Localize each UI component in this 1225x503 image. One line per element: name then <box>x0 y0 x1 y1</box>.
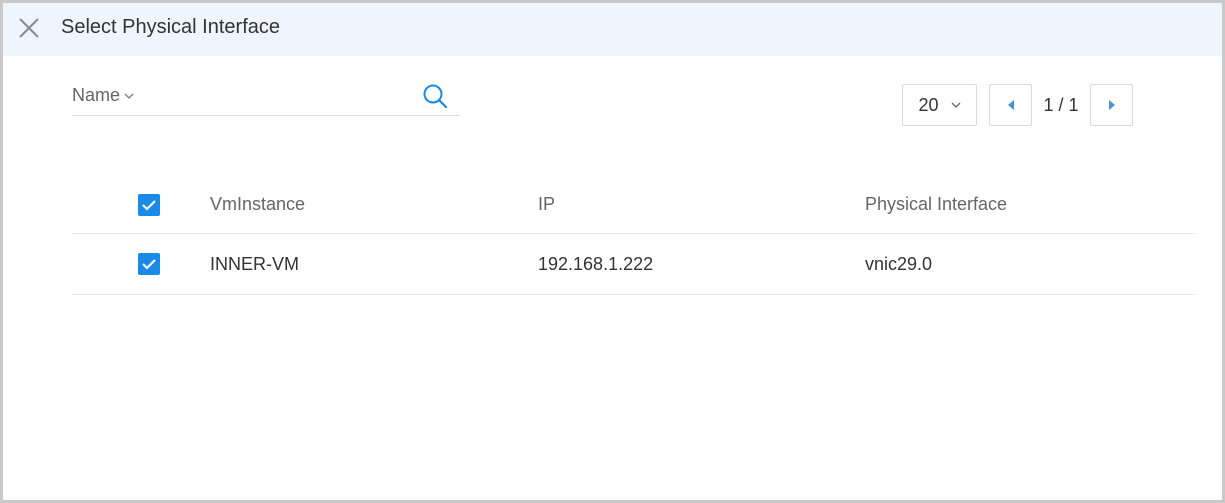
search-icon <box>423 84 448 109</box>
select-physical-interface-dialog: Select Physical Interface Name 20 1 / 1 <box>0 0 1225 503</box>
column-header-vminstance[interactable]: VmInstance <box>210 176 305 233</box>
check-icon <box>142 259 156 270</box>
next-page-button[interactable] <box>1090 84 1133 126</box>
page-size-value: 20 <box>918 94 939 115</box>
chevron-down-icon <box>951 102 960 108</box>
chevron-down-icon <box>124 93 134 99</box>
close-icon <box>19 18 39 38</box>
dialog-header: Select Physical Interface <box>3 3 1222 56</box>
column-header-physical-interface[interactable]: Physical Interface <box>865 176 1007 233</box>
table-row[interactable]: INNER-VM 192.168.1.222 vnic29.0 <box>72 234 1195 295</box>
search-field-select[interactable]: Name <box>72 85 134 106</box>
close-button[interactable] <box>16 15 42 41</box>
row-select-cell <box>138 234 160 294</box>
caret-right-icon <box>1108 100 1115 110</box>
page-indicator: 1 / 1 <box>1043 94 1079 115</box>
select-all-checkbox[interactable] <box>138 193 160 216</box>
table-header-row: VmInstance IP Physical Interface <box>72 176 1195 234</box>
cell-physical-interface: vnic29.0 <box>865 253 933 274</box>
previous-page-button[interactable] <box>989 84 1032 126</box>
search-input[interactable] <box>152 81 412 111</box>
search-bar: Name <box>72 77 460 116</box>
cell-vminstance: INNER-VM <box>210 253 299 274</box>
interface-table: VmInstance IP Physical Interface INNER-V… <box>72 176 1195 295</box>
row-checkbox[interactable] <box>138 253 160 275</box>
search-field-label: Name <box>72 85 121 105</box>
caret-left-icon <box>1007 100 1014 110</box>
dialog-title: Select Physical Interface <box>61 16 280 38</box>
select-all-cell <box>138 176 160 233</box>
search-button[interactable] <box>422 83 450 111</box>
column-header-ip[interactable]: IP <box>538 176 555 233</box>
page-size-select[interactable]: 20 <box>902 84 977 126</box>
check-icon <box>142 199 156 211</box>
cell-ip: 192.168.1.222 <box>538 253 654 274</box>
